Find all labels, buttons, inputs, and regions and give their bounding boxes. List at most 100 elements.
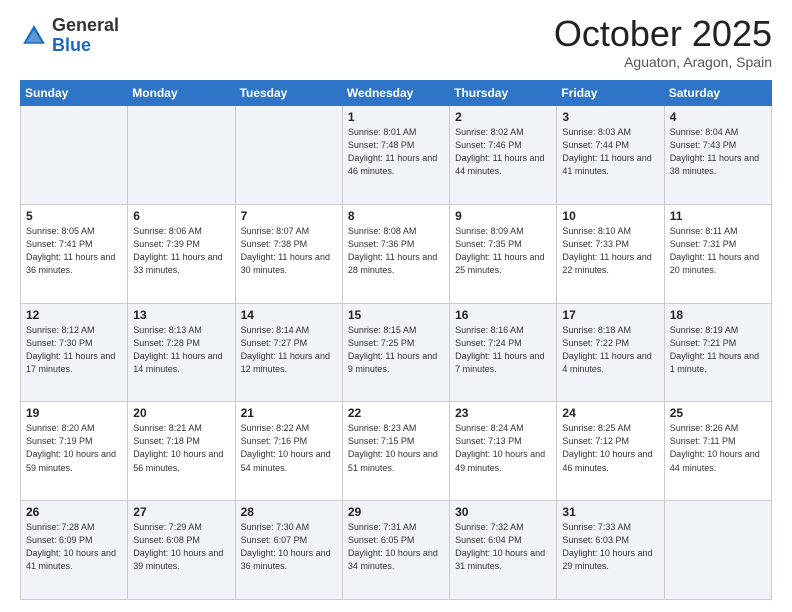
day-info: Sunrise: 8:19 AM Sunset: 7:21 PM Dayligh… xyxy=(670,324,766,376)
day-number: 25 xyxy=(670,406,766,420)
day-number: 7 xyxy=(241,209,337,223)
day-info: Sunrise: 8:02 AM Sunset: 7:46 PM Dayligh… xyxy=(455,126,551,178)
calendar-day xyxy=(664,501,771,600)
calendar-day: 12 Sunrise: 8:12 AM Sunset: 7:30 PM Dayli… xyxy=(21,303,128,402)
day-number: 22 xyxy=(348,406,444,420)
calendar-day: 5Sunrise: 8:05 AM Sunset: 7:41 PM Daylig… xyxy=(21,204,128,303)
calendar-day: 10 Sunrise: 8:10 AM Sunset: 7:33 PM Dayli… xyxy=(557,204,664,303)
day-number: 9 xyxy=(455,209,551,223)
calendar-day: 6 Sunrise: 8:06 AM Sunset: 7:39 PM Daylig… xyxy=(128,204,235,303)
calendar-day: 16 Sunrise: 8:16 AM Sunset: 7:24 PM Dayli… xyxy=(450,303,557,402)
col-tuesday: Tuesday xyxy=(235,81,342,106)
day-number: 21 xyxy=(241,406,337,420)
calendar-day: 17 Sunrise: 8:18 AM Sunset: 7:22 PM Dayli… xyxy=(557,303,664,402)
day-number: 19 xyxy=(26,406,122,420)
day-info: Sunrise: 8:26 AM Sunset: 7:11 PM Dayligh… xyxy=(670,422,766,474)
day-number: 14 xyxy=(241,308,337,322)
calendar-day: 13Sunrise: 8:13 AM Sunset: 7:28 PM Dayli… xyxy=(128,303,235,402)
day-info: Sunrise: 8:13 AM Sunset: 7:28 PM Dayligh… xyxy=(133,324,229,376)
calendar-day: 23 Sunrise: 8:24 AM Sunset: 7:13 PM Dayli… xyxy=(450,402,557,501)
calendar-day: 29 Sunrise: 7:31 AM Sunset: 6:05 PM Dayli… xyxy=(342,501,449,600)
calendar-day: 25 Sunrise: 8:26 AM Sunset: 7:11 PM Dayli… xyxy=(664,402,771,501)
calendar-week-3: 12 Sunrise: 8:12 AM Sunset: 7:30 PM Dayli… xyxy=(21,303,772,402)
calendar-day: 9Sunrise: 8:09 AM Sunset: 7:35 PM Daylig… xyxy=(450,204,557,303)
day-info: Sunrise: 8:18 AM Sunset: 7:22 PM Dayligh… xyxy=(562,324,658,376)
day-info: Sunrise: 7:30 AM Sunset: 6:07 PM Dayligh… xyxy=(241,521,337,573)
day-info: Sunrise: 8:05 AM Sunset: 7:41 PM Dayligh… xyxy=(26,225,122,277)
page: General Blue October 2025 Aguaton, Arago… xyxy=(0,0,792,612)
day-info: Sunrise: 7:32 AM Sunset: 6:04 PM Dayligh… xyxy=(455,521,551,573)
day-info: Sunrise: 8:16 AM Sunset: 7:24 PM Dayligh… xyxy=(455,324,551,376)
col-wednesday: Wednesday xyxy=(342,81,449,106)
calendar-day: 31 Sunrise: 7:33 AM Sunset: 6:03 PM Dayli… xyxy=(557,501,664,600)
col-friday: Friday xyxy=(557,81,664,106)
day-info: Sunrise: 8:08 AM Sunset: 7:36 PM Dayligh… xyxy=(348,225,444,277)
day-info: Sunrise: 8:01 AM Sunset: 7:48 PM Dayligh… xyxy=(348,126,444,178)
calendar-day: 14 Sunrise: 8:14 AM Sunset: 7:27 PM Dayli… xyxy=(235,303,342,402)
day-info: Sunrise: 7:31 AM Sunset: 6:05 PM Dayligh… xyxy=(348,521,444,573)
day-number: 12 xyxy=(26,308,122,322)
day-info: Sunrise: 8:07 AM Sunset: 7:38 PM Dayligh… xyxy=(241,225,337,277)
calendar-day xyxy=(235,106,342,205)
day-info: Sunrise: 8:03 AM Sunset: 7:44 PM Dayligh… xyxy=(562,126,658,178)
day-number: 31 xyxy=(562,505,658,519)
day-number: 8 xyxy=(348,209,444,223)
day-info: Sunrise: 8:12 AM Sunset: 7:30 PM Dayligh… xyxy=(26,324,122,376)
calendar-day: 2 Sunrise: 8:02 AM Sunset: 7:46 PM Daylig… xyxy=(450,106,557,205)
calendar-day xyxy=(128,106,235,205)
calendar-week-2: 5Sunrise: 8:05 AM Sunset: 7:41 PM Daylig… xyxy=(21,204,772,303)
logo-icon xyxy=(20,22,48,50)
logo-blue: Blue xyxy=(52,35,91,55)
calendar-day: 28 Sunrise: 7:30 AM Sunset: 6:07 PM Dayli… xyxy=(235,501,342,600)
calendar-day: 4Sunrise: 8:04 AM Sunset: 7:43 PM Daylig… xyxy=(664,106,771,205)
day-info: Sunrise: 8:24 AM Sunset: 7:13 PM Dayligh… xyxy=(455,422,551,474)
calendar-day: 1 Sunrise: 8:01 AM Sunset: 7:48 PM Daylig… xyxy=(342,106,449,205)
day-info: Sunrise: 8:20 AM Sunset: 7:19 PM Dayligh… xyxy=(26,422,122,474)
calendar-week-1: 1 Sunrise: 8:01 AM Sunset: 7:48 PM Daylig… xyxy=(21,106,772,205)
day-number: 11 xyxy=(670,209,766,223)
location: Aguaton, Aragon, Spain xyxy=(554,54,772,70)
calendar-day: 8 Sunrise: 8:08 AM Sunset: 7:36 PM Daylig… xyxy=(342,204,449,303)
day-number: 6 xyxy=(133,209,229,223)
logo-text: General Blue xyxy=(52,16,119,56)
day-number: 30 xyxy=(455,505,551,519)
calendar-day: 3 Sunrise: 8:03 AM Sunset: 7:44 PM Daylig… xyxy=(557,106,664,205)
day-number: 28 xyxy=(241,505,337,519)
day-info: Sunrise: 7:29 AM Sunset: 6:08 PM Dayligh… xyxy=(133,521,229,573)
calendar-week-5: 26 Sunrise: 7:28 AM Sunset: 6:09 PM Dayli… xyxy=(21,501,772,600)
day-info: Sunrise: 8:11 AM Sunset: 7:31 PM Dayligh… xyxy=(670,225,766,277)
day-number: 26 xyxy=(26,505,122,519)
day-number: 16 xyxy=(455,308,551,322)
col-sunday: Sunday xyxy=(21,81,128,106)
day-number: 24 xyxy=(562,406,658,420)
calendar-header-row: Sunday Monday Tuesday Wednesday Thursday… xyxy=(21,81,772,106)
day-info: Sunrise: 8:23 AM Sunset: 7:15 PM Dayligh… xyxy=(348,422,444,474)
day-number: 27 xyxy=(133,505,229,519)
month-title: October 2025 xyxy=(554,16,772,52)
day-info: Sunrise: 8:10 AM Sunset: 7:33 PM Dayligh… xyxy=(562,225,658,277)
day-info: Sunrise: 8:21 AM Sunset: 7:18 PM Dayligh… xyxy=(133,422,229,474)
day-info: Sunrise: 8:06 AM Sunset: 7:39 PM Dayligh… xyxy=(133,225,229,277)
calendar-day xyxy=(21,106,128,205)
day-number: 3 xyxy=(562,110,658,124)
day-number: 18 xyxy=(670,308,766,322)
day-number: 20 xyxy=(133,406,229,420)
col-thursday: Thursday xyxy=(450,81,557,106)
col-saturday: Saturday xyxy=(664,81,771,106)
day-number: 2 xyxy=(455,110,551,124)
day-info: Sunrise: 7:28 AM Sunset: 6:09 PM Dayligh… xyxy=(26,521,122,573)
day-info: Sunrise: 7:33 AM Sunset: 6:03 PM Dayligh… xyxy=(562,521,658,573)
day-info: Sunrise: 8:14 AM Sunset: 7:27 PM Dayligh… xyxy=(241,324,337,376)
day-number: 10 xyxy=(562,209,658,223)
day-info: Sunrise: 8:04 AM Sunset: 7:43 PM Dayligh… xyxy=(670,126,766,178)
calendar-day: 21Sunrise: 8:22 AM Sunset: 7:16 PM Dayli… xyxy=(235,402,342,501)
day-number: 29 xyxy=(348,505,444,519)
col-monday: Monday xyxy=(128,81,235,106)
day-info: Sunrise: 8:25 AM Sunset: 7:12 PM Dayligh… xyxy=(562,422,658,474)
calendar-day: 20 Sunrise: 8:21 AM Sunset: 7:18 PM Dayli… xyxy=(128,402,235,501)
day-number: 17 xyxy=(562,308,658,322)
header: General Blue October 2025 Aguaton, Arago… xyxy=(20,16,772,70)
day-number: 1 xyxy=(348,110,444,124)
calendar-day: 18 Sunrise: 8:19 AM Sunset: 7:21 PM Dayli… xyxy=(664,303,771,402)
day-number: 23 xyxy=(455,406,551,420)
